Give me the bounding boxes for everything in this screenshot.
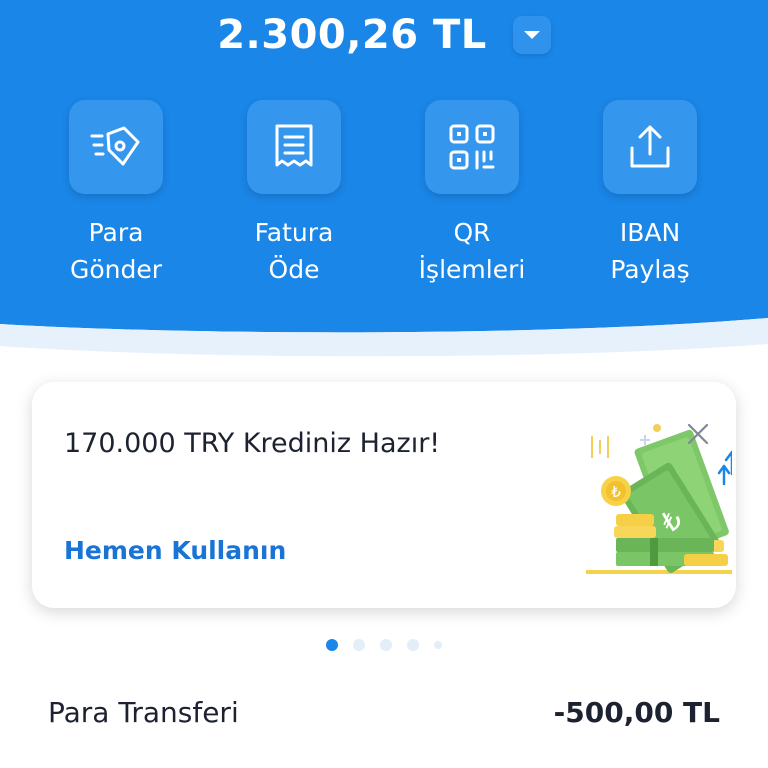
chevron-down-icon (523, 31, 540, 39)
header-wave (0, 318, 768, 370)
close-icon[interactable] (686, 422, 710, 446)
account-header: 2.300,26 TL Para Gönder Fatura Öde QR İş… (0, 0, 768, 370)
share-iban-button[interactable]: IBAN Paylaş (570, 100, 730, 288)
transaction-row[interactable]: Para Transferi -500,00 TL (48, 696, 720, 729)
send-money-label-line1: Para (88, 218, 144, 247)
share-iban-label-line2: Paylaş (610, 255, 690, 284)
loan-offer-title: 170.000 TRY Krediniz Hazır! (64, 428, 441, 459)
send-money-icon (90, 126, 140, 166)
send-money-label-line2: Gönder (69, 255, 163, 284)
balance-amount: 2.300,26 TL (217, 12, 487, 58)
carousel-dot[interactable] (380, 639, 392, 651)
balance-area: 2.300,26 TL (0, 12, 768, 58)
qr-operations-label-line2: İşlemleri (418, 255, 526, 284)
account-dropdown-button[interactable] (512, 16, 551, 54)
share-iban-label: IBAN Paylaş (560, 214, 740, 288)
pay-bill-tile[interactable] (247, 100, 341, 194)
carousel-dot[interactable] (353, 639, 365, 651)
send-money-tile[interactable] (69, 100, 163, 194)
share-icon (630, 125, 670, 168)
share-iban-tile[interactable] (603, 100, 697, 194)
transaction-title: Para Transferi (48, 696, 239, 729)
pay-bill-label-line2: Öde (268, 255, 320, 284)
qr-code-icon (449, 124, 495, 170)
receipt-icon (275, 124, 313, 167)
transaction-amount: -500,00 TL (553, 696, 720, 729)
send-money-label: Para Gönder (26, 214, 206, 288)
carousel-dot[interactable] (407, 639, 419, 651)
carousel-dot[interactable] (434, 641, 442, 649)
use-now-link[interactable]: Hemen Kullanın (64, 536, 286, 565)
loan-offer-card[interactable]: 170.000 TRY Krediniz Hazır! Hemen Kullan… (32, 382, 736, 608)
carousel-indicator (0, 639, 768, 651)
carousel-dot-active[interactable] (326, 639, 338, 651)
qr-operations-tile[interactable] (425, 100, 519, 194)
svg-text:₺: ₺ (611, 483, 621, 501)
qr-operations-label: QR İşlemleri (382, 214, 562, 288)
pay-bill-button[interactable]: Fatura Öde (214, 100, 374, 288)
qr-operations-label-line1: QR (453, 218, 491, 247)
pay-bill-label-line1: Fatura (254, 218, 334, 247)
share-iban-label-line1: IBAN (619, 218, 681, 247)
pay-bill-label: Fatura Öde (204, 214, 384, 288)
qr-operations-button[interactable]: QR İşlemleri (392, 100, 552, 288)
send-money-button[interactable]: Para Gönder (36, 100, 196, 288)
